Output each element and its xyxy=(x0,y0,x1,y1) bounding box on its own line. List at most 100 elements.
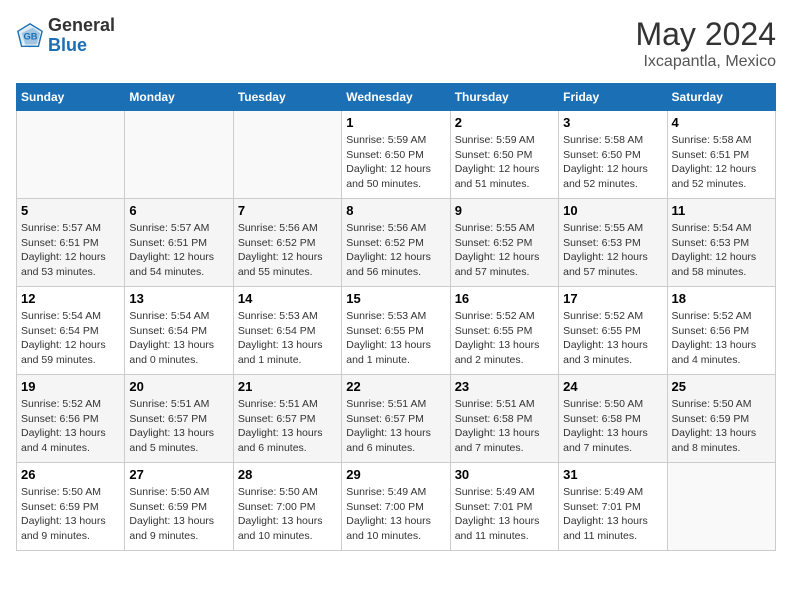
calendar-cell xyxy=(125,111,233,199)
cell-content: Sunrise: 5:54 AM Sunset: 6:53 PM Dayligh… xyxy=(672,221,771,280)
calendar-cell: 2Sunrise: 5:59 AM Sunset: 6:50 PM Daylig… xyxy=(450,111,558,199)
calendar-cell: 7 Sunrise: 5:56 AM Sunset: 6:52 PM Daylig… xyxy=(233,199,341,287)
calendar-cell: 22 Sunrise: 5:51 AM Sunset: 6:57 PM Dayli… xyxy=(342,375,450,463)
day-number: 5 xyxy=(21,203,120,218)
logo: GB General Blue xyxy=(16,16,115,56)
calendar-cell: 27Sunrise: 5:50 AM Sunset: 6:59 PM Dayli… xyxy=(125,463,233,551)
calendar-cell: 21 Sunrise: 5:51 AM Sunset: 6:57 PM Dayli… xyxy=(233,375,341,463)
calendar-cell: 8 Sunrise: 5:56 AM Sunset: 6:52 PM Daylig… xyxy=(342,199,450,287)
day-number: 16 xyxy=(455,291,554,306)
header-sunday: Sunday xyxy=(17,84,125,111)
logo-blue-text: Blue xyxy=(48,36,115,56)
header-thursday: Thursday xyxy=(450,84,558,111)
calendar-header: Sunday Monday Tuesday Wednesday Thursday… xyxy=(17,84,776,111)
cell-content: Sunrise: 5:52 AM Sunset: 6:56 PM Dayligh… xyxy=(21,397,120,456)
day-number: 18 xyxy=(672,291,771,306)
calendar-cell: 26 Sunrise: 5:50 AM Sunset: 6:59 PM Dayli… xyxy=(17,463,125,551)
cell-content: Sunrise: 5:51 AM Sunset: 6:57 PM Dayligh… xyxy=(129,397,228,456)
day-number: 7 xyxy=(238,203,337,218)
day-number: 27 xyxy=(129,467,228,482)
cell-content: Sunrise: 5:56 AM Sunset: 6:52 PM Dayligh… xyxy=(346,221,445,280)
day-number: 28 xyxy=(238,467,337,482)
header-wednesday: Wednesday xyxy=(342,84,450,111)
cell-content: Sunrise: 5:52 AM Sunset: 6:55 PM Dayligh… xyxy=(563,309,662,368)
cell-content: Sunrise: 5:52 AM Sunset: 6:55 PM Dayligh… xyxy=(455,309,554,368)
calendar-cell: 23 Sunrise: 5:51 AM Sunset: 6:58 PM Dayli… xyxy=(450,375,558,463)
calendar-cell xyxy=(17,111,125,199)
cell-content: Sunrise: 5:51 AM Sunset: 6:58 PM Dayligh… xyxy=(455,397,554,456)
calendar-cell: 12Sunrise: 5:54 AM Sunset: 6:54 PM Dayli… xyxy=(17,287,125,375)
cell-content: Sunrise: 5:50 AM Sunset: 6:59 PM Dayligh… xyxy=(21,485,120,544)
cell-content: Sunrise: 5:57 AM Sunset: 6:51 PM Dayligh… xyxy=(21,221,120,280)
logo-icon: GB xyxy=(16,22,44,50)
calendar-cell: 30 Sunrise: 5:49 AM Sunset: 7:01 PM Dayli… xyxy=(450,463,558,551)
day-number: 15 xyxy=(346,291,445,306)
day-number: 10 xyxy=(563,203,662,218)
calendar-week-4: 19Sunrise: 5:52 AM Sunset: 6:56 PM Dayli… xyxy=(17,375,776,463)
calendar-week-1: 1 Sunrise: 5:59 AM Sunset: 6:50 PM Daylig… xyxy=(17,111,776,199)
calendar-cell xyxy=(233,111,341,199)
calendar-cell: 9 Sunrise: 5:55 AM Sunset: 6:52 PM Daylig… xyxy=(450,199,558,287)
day-number: 26 xyxy=(21,467,120,482)
cell-content: Sunrise: 5:49 AM Sunset: 7:01 PM Dayligh… xyxy=(563,485,662,544)
day-number: 17 xyxy=(563,291,662,306)
cell-content: Sunrise: 5:58 AM Sunset: 6:50 PM Dayligh… xyxy=(563,133,662,192)
cell-content: Sunrise: 5:51 AM Sunset: 6:57 PM Dayligh… xyxy=(346,397,445,456)
day-number: 29 xyxy=(346,467,445,482)
cell-content: Sunrise: 5:51 AM Sunset: 6:57 PM Dayligh… xyxy=(238,397,337,456)
header-row: Sunday Monday Tuesday Wednesday Thursday… xyxy=(17,84,776,111)
calendar-cell: 24Sunrise: 5:50 AM Sunset: 6:58 PM Dayli… xyxy=(559,375,667,463)
calendar-cell xyxy=(667,463,775,551)
calendar-cell: 18Sunrise: 5:52 AM Sunset: 6:56 PM Dayli… xyxy=(667,287,775,375)
cell-content: Sunrise: 5:50 AM Sunset: 6:59 PM Dayligh… xyxy=(672,397,771,456)
day-number: 22 xyxy=(346,379,445,394)
day-number: 9 xyxy=(455,203,554,218)
cell-content: Sunrise: 5:55 AM Sunset: 6:52 PM Dayligh… xyxy=(455,221,554,280)
cell-content: Sunrise: 5:57 AM Sunset: 6:51 PM Dayligh… xyxy=(129,221,228,280)
calendar-body: 1 Sunrise: 5:59 AM Sunset: 6:50 PM Daylig… xyxy=(17,111,776,551)
calendar-week-3: 12Sunrise: 5:54 AM Sunset: 6:54 PM Dayli… xyxy=(17,287,776,375)
calendar-cell: 13 Sunrise: 5:54 AM Sunset: 6:54 PM Dayli… xyxy=(125,287,233,375)
cell-content: Sunrise: 5:56 AM Sunset: 6:52 PM Dayligh… xyxy=(238,221,337,280)
calendar-cell: 5 Sunrise: 5:57 AM Sunset: 6:51 PM Daylig… xyxy=(17,199,125,287)
calendar-cell: 29Sunrise: 5:49 AM Sunset: 7:00 PM Dayli… xyxy=(342,463,450,551)
calendar-cell: 3 Sunrise: 5:58 AM Sunset: 6:50 PM Daylig… xyxy=(559,111,667,199)
calendar-cell: 25 Sunrise: 5:50 AM Sunset: 6:59 PM Dayli… xyxy=(667,375,775,463)
day-number: 21 xyxy=(238,379,337,394)
logo-text: General Blue xyxy=(48,16,115,56)
calendar-cell: 20 Sunrise: 5:51 AM Sunset: 6:57 PM Dayli… xyxy=(125,375,233,463)
calendar-week-5: 26 Sunrise: 5:50 AM Sunset: 6:59 PM Dayli… xyxy=(17,463,776,551)
day-number: 20 xyxy=(129,379,228,394)
calendar-cell: 10 Sunrise: 5:55 AM Sunset: 6:53 PM Dayli… xyxy=(559,199,667,287)
day-number: 13 xyxy=(129,291,228,306)
day-number: 3 xyxy=(563,115,662,130)
page-header: GB General Blue May 2024 Ixcapantla, Mex… xyxy=(16,16,776,71)
calendar-cell: 31Sunrise: 5:49 AM Sunset: 7:01 PM Dayli… xyxy=(559,463,667,551)
cell-content: Sunrise: 5:54 AM Sunset: 6:54 PM Dayligh… xyxy=(129,309,228,368)
header-tuesday: Tuesday xyxy=(233,84,341,111)
day-number: 4 xyxy=(672,115,771,130)
calendar-week-2: 5 Sunrise: 5:57 AM Sunset: 6:51 PM Daylig… xyxy=(17,199,776,287)
cell-content: Sunrise: 5:58 AM Sunset: 6:51 PM Dayligh… xyxy=(672,133,771,192)
cell-content: Sunrise: 5:49 AM Sunset: 7:01 PM Dayligh… xyxy=(455,485,554,544)
cell-content: Sunrise: 5:55 AM Sunset: 6:53 PM Dayligh… xyxy=(563,221,662,280)
day-number: 25 xyxy=(672,379,771,394)
cell-content: Sunrise: 5:59 AM Sunset: 6:50 PM Dayligh… xyxy=(346,133,445,192)
month-title: May 2024 xyxy=(635,16,776,53)
day-number: 14 xyxy=(238,291,337,306)
calendar-cell: 19Sunrise: 5:52 AM Sunset: 6:56 PM Dayli… xyxy=(17,375,125,463)
title-block: May 2024 Ixcapantla, Mexico xyxy=(635,16,776,71)
calendar-cell: 1 Sunrise: 5:59 AM Sunset: 6:50 PM Daylig… xyxy=(342,111,450,199)
header-friday: Friday xyxy=(559,84,667,111)
day-number: 8 xyxy=(346,203,445,218)
cell-content: Sunrise: 5:50 AM Sunset: 6:58 PM Dayligh… xyxy=(563,397,662,456)
calendar-table: Sunday Monday Tuesday Wednesday Thursday… xyxy=(16,83,776,551)
day-number: 23 xyxy=(455,379,554,394)
cell-content: Sunrise: 5:54 AM Sunset: 6:54 PM Dayligh… xyxy=(21,309,120,368)
calendar-cell: 17 Sunrise: 5:52 AM Sunset: 6:55 PM Dayli… xyxy=(559,287,667,375)
calendar-cell: 6Sunrise: 5:57 AM Sunset: 6:51 PM Daylig… xyxy=(125,199,233,287)
calendar-cell: 28Sunrise: 5:50 AM Sunset: 7:00 PM Dayli… xyxy=(233,463,341,551)
day-number: 30 xyxy=(455,467,554,482)
day-number: 1 xyxy=(346,115,445,130)
calendar-cell: 15Sunrise: 5:53 AM Sunset: 6:55 PM Dayli… xyxy=(342,287,450,375)
